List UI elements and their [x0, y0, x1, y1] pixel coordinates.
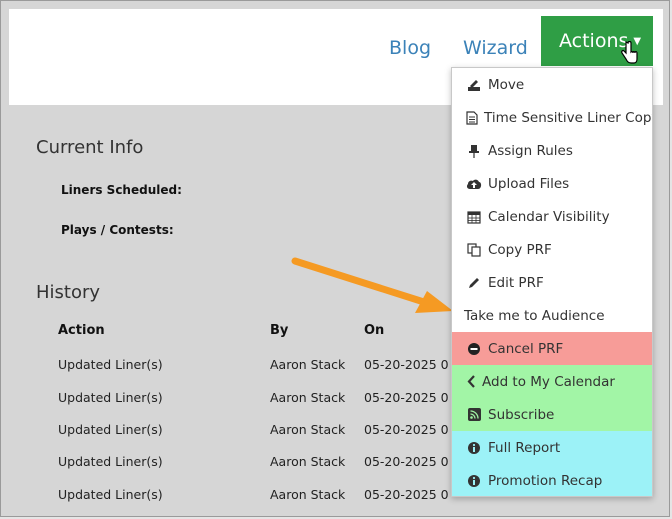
current-info-title: Current Info [36, 137, 144, 158]
cloud-upload-icon [466, 176, 482, 192]
info-icon [466, 440, 482, 456]
menu-item-full-report[interactable]: Full Report [452, 431, 652, 464]
minus-circle-icon [466, 341, 482, 357]
menu-item-label: Upload Files [488, 175, 570, 192]
row-action: Updated Liner(s) [58, 487, 163, 502]
plays-contests-label: Plays / Contests: [61, 223, 174, 237]
menu-item-calendar-visibility[interactable]: Calendar Visibility [452, 200, 652, 233]
menu-item-label: Subscribe [488, 406, 555, 423]
menu-item-copy-prf[interactable]: Copy PRF [452, 233, 652, 266]
menu-item-take-me-to-audience[interactable]: Take me to Audience [452, 299, 652, 332]
chevron-left-icon [466, 374, 476, 390]
menu-item-label: Time Sensitive Liner Copy [484, 109, 653, 126]
rss-icon [466, 407, 482, 423]
history-col-by: By [270, 323, 289, 338]
row-on: 05-20-2025 0 [364, 454, 449, 469]
menu-item-subscribe[interactable]: Subscribe [452, 398, 652, 431]
actions-label: Actions [559, 30, 629, 52]
history-title: History [36, 282, 101, 303]
row-action: Updated Liner(s) [58, 390, 163, 405]
menu-item-edit-prf[interactable]: Edit PRF [452, 266, 652, 299]
row-on: 05-20-2025 0 [364, 390, 449, 405]
row-action: Updated Liner(s) [58, 454, 163, 469]
history-col-action: Action [58, 323, 105, 338]
copy-icon [466, 242, 482, 258]
app-frame: Blog Wizard Actions ▼ Current Info Liner… [0, 0, 670, 517]
pencil-icon [466, 275, 482, 291]
move-icon [466, 77, 482, 93]
blog-link[interactable]: Blog [389, 37, 431, 59]
menu-item-upload-files[interactable]: Upload Files [452, 167, 652, 200]
row-by: Aaron Stack [270, 357, 346, 372]
actions-dropdown-menu: Move Time Sensitive Liner Copy Assign Ru… [451, 67, 653, 497]
document-icon [466, 110, 478, 126]
history-col-on: On [364, 323, 385, 338]
row-action: Updated Liner(s) [58, 422, 163, 437]
row-on: 05-20-2025 0 [364, 422, 449, 437]
row-by: Aaron Stack [270, 422, 346, 437]
menu-item-label: Take me to Audience [464, 307, 605, 324]
menu-item-assign-rules[interactable]: Assign Rules [452, 134, 652, 167]
menu-item-label: Assign Rules [488, 142, 573, 159]
menu-item-label: Cancel PRF [488, 340, 564, 357]
info-icon [466, 473, 482, 489]
liners-scheduled-label: Liners Scheduled: [61, 183, 182, 197]
orange-arrow [291, 257, 453, 313]
menu-item-time-sensitive-liner-copy[interactable]: Time Sensitive Liner Copy [452, 101, 653, 134]
menu-item-label: Move [488, 76, 525, 93]
menu-item-add-to-my-calendar[interactable]: Add to My Calendar [452, 365, 652, 398]
row-by: Aaron Stack [270, 390, 346, 405]
menu-item-label: Edit PRF [488, 274, 544, 291]
row-by: Aaron Stack [270, 487, 346, 502]
menu-item-move[interactable]: Move [452, 68, 652, 101]
menu-item-label: Add to My Calendar [482, 373, 615, 390]
pin-icon [466, 143, 482, 159]
menu-item-label: Copy PRF [488, 241, 552, 258]
row-on: 05-20-2025 0 [364, 487, 449, 502]
menu-item-label: Calendar Visibility [488, 208, 610, 225]
row-by: Aaron Stack [270, 454, 346, 469]
hand-cursor-icon [621, 41, 638, 64]
menu-item-label: Full Report [488, 439, 561, 456]
menu-item-promotion-recap[interactable]: Promotion Recap [452, 464, 652, 496]
menu-item-cancel-prf[interactable]: Cancel PRF [452, 332, 652, 365]
row-action: Updated Liner(s) [58, 357, 163, 372]
menu-item-label: Promotion Recap [488, 472, 603, 489]
row-on: 05-20-2025 0 [364, 357, 449, 372]
wizard-link[interactable]: Wizard [463, 37, 528, 59]
calendar-icon [466, 209, 482, 225]
